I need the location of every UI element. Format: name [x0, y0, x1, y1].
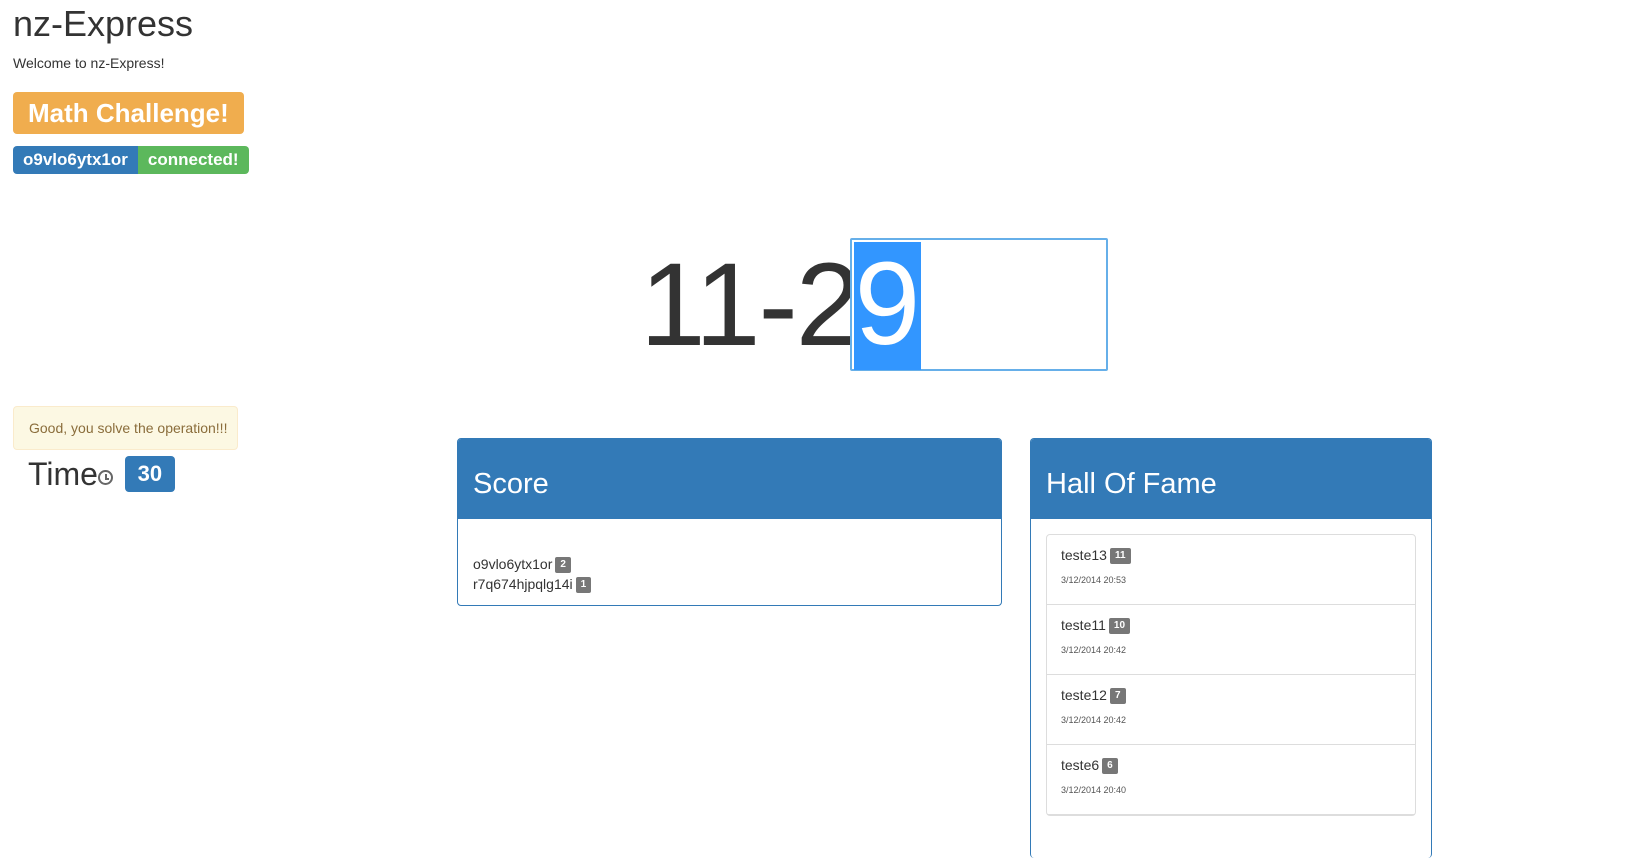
app-title: nz-Express: [13, 3, 194, 44]
user-id-badge: o9vlo6ytx1or: [13, 146, 138, 174]
fame-points-badge: 7: [1109, 688, 1126, 705]
challenge-label: Math Challenge!: [13, 92, 244, 134]
score-panel-title: Score: [458, 439, 1001, 519]
success-alert: Good, you solve the operation!!!: [13, 406, 238, 450]
score-panel: Score o9vlo6ytx1or 2 r7q674hjpqlg14i 1: [457, 438, 1002, 606]
list-item: teste11 10 3/12/2014 20:42: [1047, 605, 1415, 675]
fame-date: 3/12/2014 20:42: [1061, 715, 1127, 726]
hall-of-fame-list: teste13 11 3/12/2014 20:53 teste11 10 3/12…: [1046, 534, 1416, 816]
fame-player-name: teste11: [1061, 617, 1106, 633]
hall-of-fame-title: Hall Of Fame: [1031, 439, 1431, 519]
timer: Time 30: [28, 456, 175, 492]
answer-selected-text: 9: [854, 238, 921, 370]
timer-value-badge: 30: [124, 456, 175, 492]
score-player-name: r7q674hjpqlg14i: [473, 576, 573, 592]
timer-label: Time: [28, 456, 98, 492]
score-points-badge: 1: [575, 577, 592, 594]
list-item: teste6 6 3/12/2014 20:40: [1047, 745, 1415, 815]
fame-points-badge: 10: [1108, 618, 1131, 635]
fame-player-name: teste6: [1061, 757, 1100, 773]
hall-of-fame-panel: Hall Of Fame teste13 11 3/12/2014 20:53 t…: [1030, 438, 1432, 858]
fame-points-badge: 11: [1109, 548, 1131, 565]
fame-player-name: teste13: [1061, 547, 1107, 563]
list-item: teste13 11 3/12/2014 20:53: [1047, 535, 1415, 605]
connection-info: o9vlo6ytx1or connected!: [13, 146, 249, 174]
score-player-name: o9vlo6ytx1or: [473, 556, 553, 572]
clock-icon: [97, 469, 113, 485]
fame-date: 3/12/2014 20:53: [1061, 575, 1127, 586]
math-operation: 11-2: [640, 239, 861, 371]
score-list: o9vlo6ytx1or 2 r7q674hjpqlg14i 1: [458, 519, 1001, 594]
answer-input[interactable]: 9: [850, 238, 1108, 371]
fame-points-badge: 6: [1102, 758, 1118, 775]
fame-date: 3/12/2014 20:42: [1061, 645, 1127, 656]
score-row: o9vlo6ytx1or 2: [473, 554, 986, 574]
score-points-badge: 2: [555, 557, 571, 574]
welcome-text: Welcome to nz-Express!: [13, 55, 165, 71]
score-row: r7q674hjpqlg14i 1: [473, 574, 986, 594]
fame-player-name: teste12: [1061, 687, 1107, 703]
fame-date: 3/12/2014 20:40: [1061, 785, 1127, 796]
connection-status-badge: connected!: [137, 146, 249, 174]
list-item: teste12 7 3/12/2014 20:42: [1047, 675, 1415, 745]
